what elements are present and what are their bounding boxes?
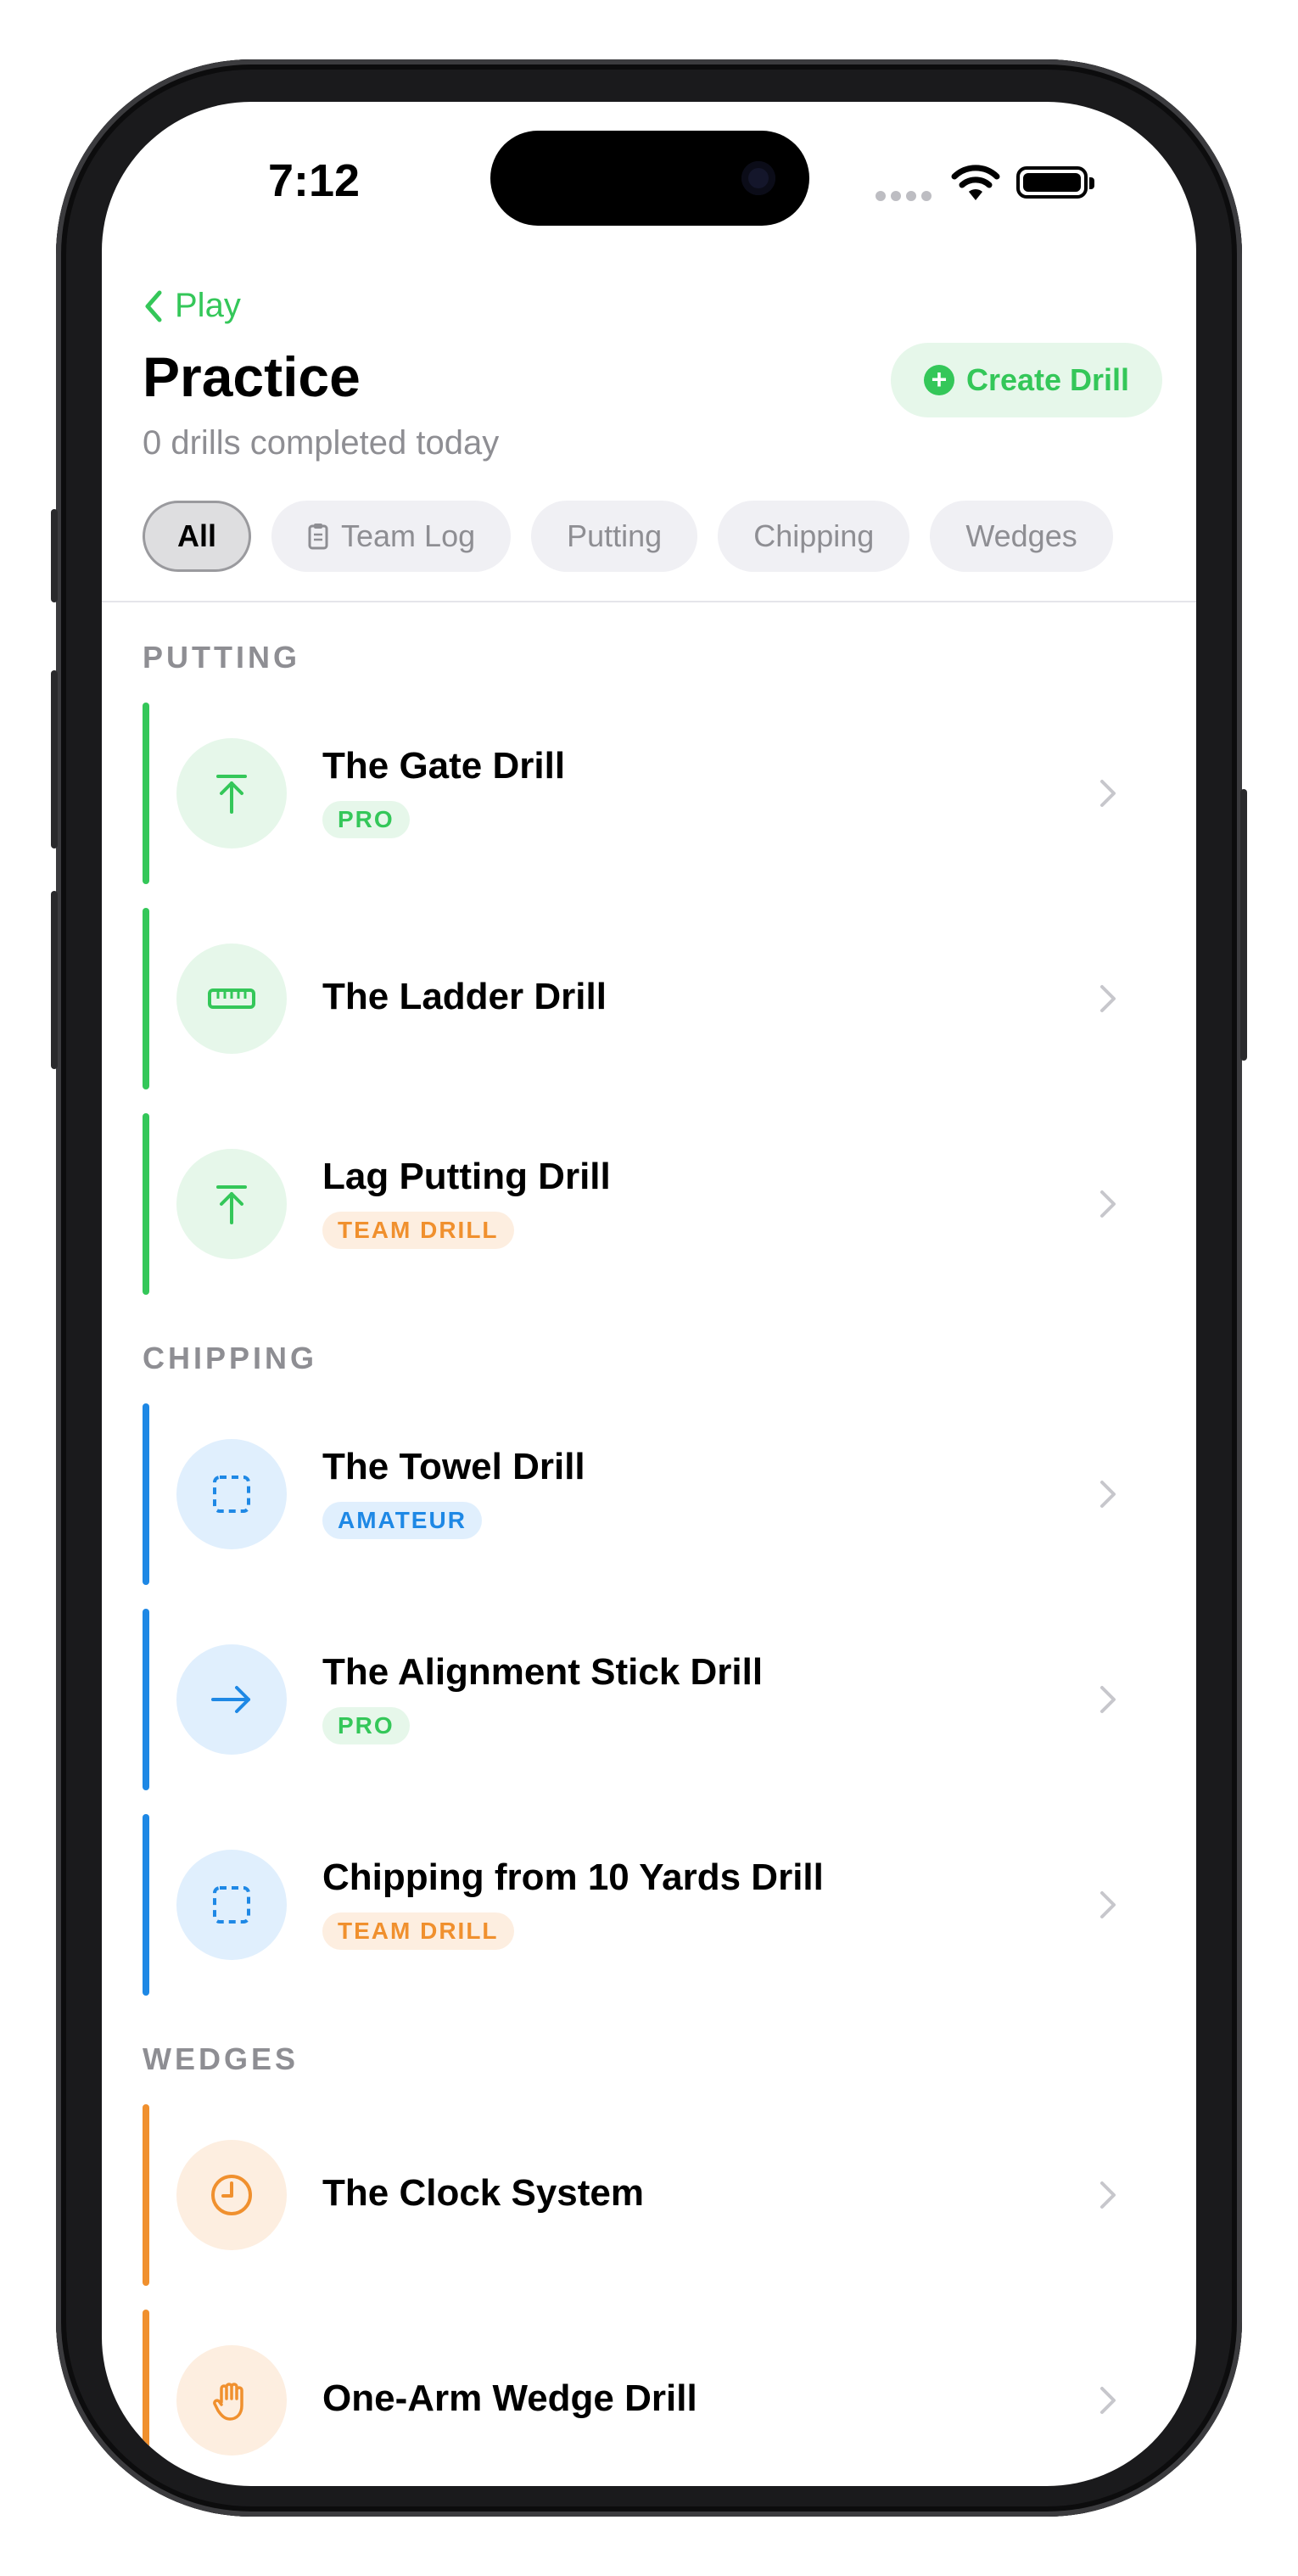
filter-chip-label: Chipping xyxy=(753,518,875,553)
side-button xyxy=(1240,789,1247,1061)
category-bar xyxy=(143,908,149,1089)
dashed-square-icon xyxy=(213,1476,250,1513)
category-bar xyxy=(143,2310,149,2486)
filter-chips: All Team Log Putting Chipping Wedges xyxy=(143,501,1113,572)
chevron-right-icon xyxy=(1100,780,1116,807)
drill-tag: PRO xyxy=(322,1707,410,1744)
screen: 7:12 Play Practice 0 drills completed to… xyxy=(102,102,1196,2486)
drill-tag: TEAM DRILL xyxy=(322,1212,514,1249)
filter-chip-label: Team Log xyxy=(341,518,476,553)
dynamic-island xyxy=(490,131,809,226)
drill-icon xyxy=(176,944,287,1054)
drill-row[interactable]: The Towel Drill AMATEUR xyxy=(143,1403,1152,1585)
hand-icon xyxy=(213,2383,243,2421)
volume-up-button xyxy=(51,670,58,848)
volume-down-button xyxy=(51,891,58,1069)
drill-tag: AMATEUR xyxy=(322,1502,482,1539)
filter-chip-putting[interactable]: Putting xyxy=(531,501,698,572)
filter-chip-label: Putting xyxy=(567,518,663,553)
ruler-icon xyxy=(208,988,255,1009)
arrow-right-icon xyxy=(211,1686,250,1713)
drill-name: The Alignment Stick Drill xyxy=(322,1651,764,1693)
section-label-wedges: WEDGES xyxy=(143,2041,299,2076)
chevron-right-icon xyxy=(1100,1891,1116,1918)
drill-row[interactable]: The Gate Drill PRO xyxy=(143,703,1152,884)
drill-name: Lag Putting Drill xyxy=(322,1156,611,1197)
filter-chip-label: All xyxy=(177,518,217,553)
drill-icon xyxy=(176,2140,287,2250)
dashed-square-icon xyxy=(213,1886,250,1924)
drill-row[interactable]: The Alignment Stick Drill PRO xyxy=(143,1609,1152,1790)
battery-icon xyxy=(1016,166,1094,199)
drill-icon xyxy=(176,1149,287,1259)
section-label-putting: PUTTING xyxy=(143,640,300,675)
action-button xyxy=(51,509,58,602)
chevron-right-icon xyxy=(1100,2387,1116,2414)
back-button[interactable]: Play xyxy=(143,287,241,325)
drill-name: The Ladder Drill xyxy=(322,976,607,1017)
drill-tag: PRO xyxy=(322,801,410,838)
chevron-right-icon xyxy=(1100,1190,1116,1218)
drill-name: The Gate Drill xyxy=(322,745,566,787)
drill-row[interactable]: Lag Putting Drill TEAM DRILL xyxy=(143,1113,1152,1295)
status-time: 7:12 xyxy=(268,155,361,206)
category-bar xyxy=(143,1403,149,1585)
chevron-right-icon xyxy=(1100,2181,1116,2209)
clock-icon xyxy=(211,2175,252,2215)
filter-chip-wedges[interactable]: Wedges xyxy=(930,501,1113,572)
drill-icon xyxy=(176,1850,287,1960)
arrow-up-to-line-icon xyxy=(216,775,247,814)
category-bar xyxy=(143,1814,149,1996)
drill-tag: TEAM DRILL xyxy=(322,1912,514,1950)
filter-chip-chipping[interactable]: Chipping xyxy=(718,501,910,572)
create-drill-button[interactable]: + Create Drill xyxy=(891,343,1162,417)
drill-name: The Clock System xyxy=(322,2172,645,2214)
drill-name: Chipping from 10 Yards Drill xyxy=(322,1856,824,1898)
chevron-right-icon xyxy=(1100,1481,1116,1508)
wifi-icon xyxy=(951,165,1000,200)
drill-row[interactable]: The Clock System xyxy=(143,2104,1152,2286)
category-bar xyxy=(143,2104,149,2286)
drill-name: One-Arm Wedge Drill xyxy=(322,2377,697,2419)
category-bar xyxy=(143,1113,149,1295)
plus-circle-icon: + xyxy=(923,365,954,395)
category-bar xyxy=(143,1609,149,1790)
clipboard-icon xyxy=(308,524,328,550)
filter-chip-team-log[interactable]: Team Log xyxy=(271,501,512,572)
drill-icon xyxy=(176,738,287,848)
drill-icon xyxy=(176,1644,287,1755)
category-bar xyxy=(143,703,149,884)
chevron-left-icon xyxy=(145,290,162,322)
drill-icon xyxy=(176,1439,287,1549)
filter-chip-label: Wedges xyxy=(965,518,1077,553)
arrow-up-to-line-icon xyxy=(216,1185,247,1224)
chevron-right-icon xyxy=(1100,985,1116,1012)
filter-chip-all[interactable]: All xyxy=(143,501,252,572)
back-label: Play xyxy=(175,287,241,324)
drill-row[interactable]: Chipping from 10 Yards Drill TEAM DRILL xyxy=(143,1814,1152,1996)
section-label-chipping: CHIPPING xyxy=(143,1341,318,1375)
page-subtitle: 0 drills completed today xyxy=(143,424,500,462)
page-title: Practice xyxy=(143,345,361,408)
drill-row[interactable]: One-Arm Wedge Drill xyxy=(143,2310,1152,2486)
drill-row[interactable]: The Ladder Drill xyxy=(143,908,1152,1089)
drill-name: The Towel Drill xyxy=(322,1446,585,1487)
drill-icon xyxy=(176,2345,287,2456)
camera-icon xyxy=(741,161,775,195)
cellular-signal-icon xyxy=(876,190,937,205)
header-divider xyxy=(102,601,1196,602)
create-drill-label: Create Drill xyxy=(965,362,1130,397)
chevron-right-icon xyxy=(1100,1686,1116,1713)
